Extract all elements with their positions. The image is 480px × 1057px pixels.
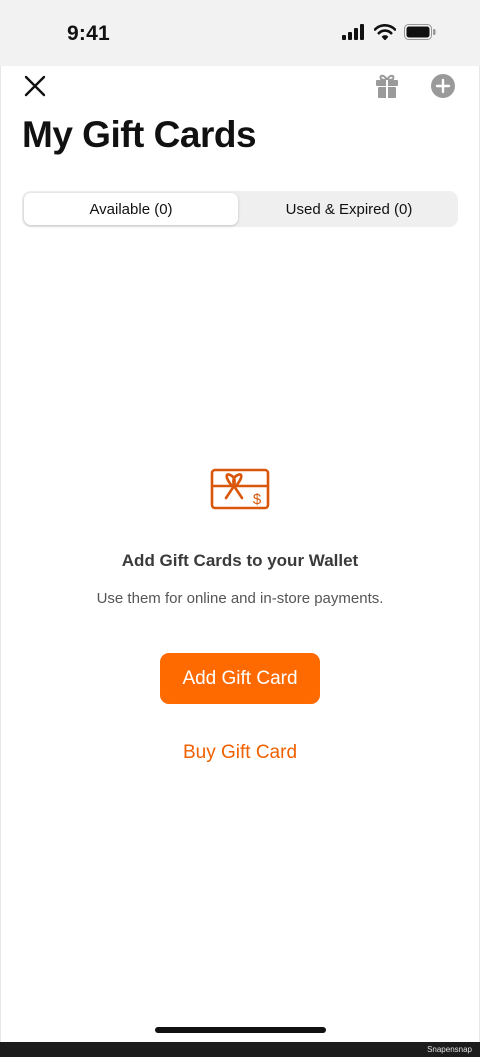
plus-circle-icon bbox=[431, 74, 455, 98]
signal-icon bbox=[342, 24, 364, 40]
gift-card-icon: $ bbox=[210, 468, 270, 510]
battery-icon bbox=[404, 24, 436, 40]
empty-state-title: Add Gift Cards to your Wallet bbox=[121, 551, 359, 570]
status-bar: 9:41 bbox=[0, 0, 480, 66]
tab-used-expired[interactable]: Used & Expired (0) bbox=[242, 193, 456, 225]
status-icons bbox=[342, 24, 436, 40]
close-button[interactable] bbox=[22, 73, 48, 99]
page-title: My Gift Cards bbox=[22, 114, 257, 155]
gift-icon bbox=[376, 74, 398, 98]
status-time: 9:41 bbox=[67, 22, 110, 45]
gift-button[interactable] bbox=[374, 73, 400, 99]
add-button[interactable] bbox=[430, 73, 456, 99]
home-indicator[interactable] bbox=[155, 1027, 326, 1033]
svg-text:$: $ bbox=[253, 491, 262, 508]
close-icon bbox=[24, 75, 46, 97]
empty-state-subtitle: Use them for online and in-store payment… bbox=[96, 590, 384, 607]
add-gift-card-button[interactable]: Add Gift Card bbox=[160, 653, 320, 704]
watermark-bar: Snapensnap bbox=[0, 1042, 480, 1057]
tab-available[interactable]: Available (0) bbox=[24, 193, 238, 225]
segmented-control: Available (0) Used & Expired (0) bbox=[22, 191, 458, 227]
wifi-icon bbox=[374, 24, 396, 40]
watermark-text: Snapensnap bbox=[427, 1045, 472, 1054]
buy-gift-card-link[interactable]: Buy Gift Card bbox=[0, 742, 480, 764]
